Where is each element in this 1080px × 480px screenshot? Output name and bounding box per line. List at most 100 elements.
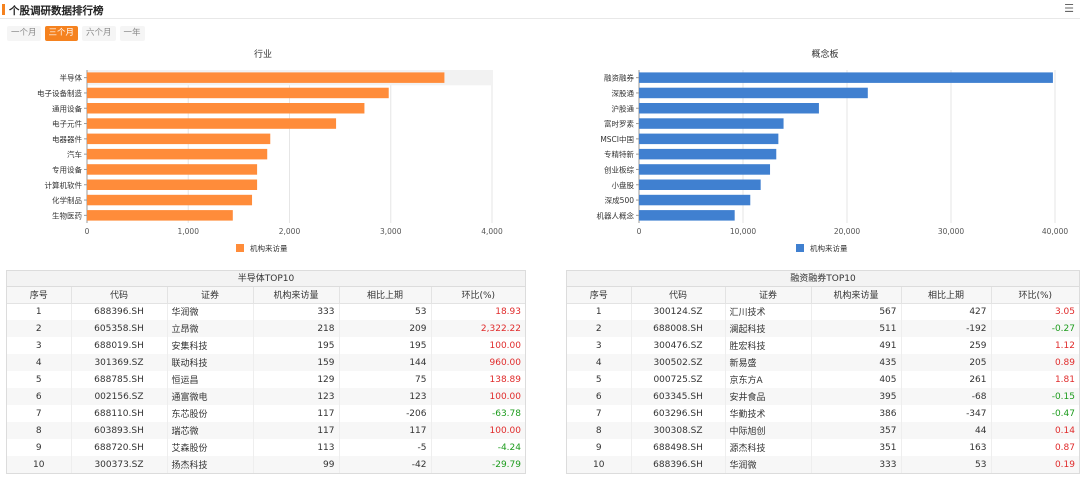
- column-header[interactable]: 环比(%): [430, 287, 525, 304]
- change-vs-prior: -192: [900, 320, 991, 337]
- change-percent: -4.24: [430, 439, 525, 456]
- industry-bar: [87, 72, 445, 83]
- table-row[interactable]: 1 300124.SZ 汇川技术 567 427 3.05: [567, 303, 1079, 320]
- tab-three-months[interactable]: 三个月: [44, 26, 79, 41]
- stock-code: 300373.SZ: [70, 456, 167, 473]
- page-header: 个股调研数据排行榜 ☰: [0, 0, 1080, 19]
- column-header[interactable]: 机构来访量: [810, 287, 901, 304]
- concept-bar: [639, 210, 735, 221]
- tab-one-year[interactable]: 一年: [119, 26, 145, 41]
- visit-count: 357: [810, 422, 901, 439]
- change-percent: -63.78: [430, 405, 525, 422]
- stock-code: 603345.SH: [630, 388, 725, 405]
- table-row[interactable]: 6 002156.SZ 通富微电 123 123 100.00: [7, 388, 525, 405]
- column-header[interactable]: 序号: [7, 287, 71, 304]
- table-row[interactable]: 1 688396.SH 华润微 333 53 18.93: [7, 303, 525, 320]
- table-row[interactable]: 5 688785.SH 恒运昌 129 75 138.89: [7, 371, 525, 388]
- table-row[interactable]: 9 688498.SH 源杰科技 351 163 0.87: [567, 439, 1079, 456]
- stock-name: 新易盛: [724, 354, 811, 371]
- visit-count: 159: [252, 354, 339, 371]
- industry-bar: [87, 118, 337, 129]
- concept-legend-label: 机构来访量: [810, 243, 848, 253]
- table-row[interactable]: 3 688019.SH 安集科技 195 195 100.00: [7, 337, 525, 354]
- visit-count: 123: [252, 388, 339, 405]
- industry-bar: [87, 133, 271, 145]
- table-row[interactable]: 8 603893.SH 瑞芯微 117 117 100.00: [7, 422, 525, 439]
- visit-count: 395: [810, 388, 901, 405]
- tab-one-month[interactable]: 一个月: [7, 26, 41, 41]
- stock-code: 300124.SZ: [630, 303, 725, 320]
- industry-bar: [87, 164, 258, 175]
- change-percent: 1.81: [990, 371, 1079, 388]
- table-row[interactable]: 7 688110.SH 东芯股份 117 -206 -63.78: [7, 405, 525, 422]
- industry-bar: [87, 148, 268, 160]
- concept-category-label: 创业板综: [604, 164, 634, 174]
- table-row[interactable]: 4 301369.SZ 联动科技 159 144 960.00: [7, 354, 525, 371]
- table-row[interactable]: 2 688008.SH 澜起科技 511 -192 -0.27: [567, 320, 1079, 337]
- visit-count: 333: [810, 456, 901, 473]
- stock-code: 688110.SH: [70, 405, 167, 422]
- concept-bar: [639, 194, 751, 206]
- column-header[interactable]: 代码: [630, 287, 725, 304]
- concept-bar: [639, 179, 761, 190]
- table-row[interactable]: 7 603296.SH 华勤技术 386 -347 -0.47: [567, 405, 1079, 422]
- column-header[interactable]: 相比上期: [900, 287, 991, 304]
- table-row[interactable]: 3 300476.SZ 胜宏科技 491 259 1.12: [567, 337, 1079, 354]
- visit-count: 117: [252, 405, 339, 422]
- visit-count: 129: [252, 371, 339, 388]
- column-header[interactable]: 证券: [724, 287, 811, 304]
- industry-chart-title: 行业: [254, 48, 272, 60]
- table-row[interactable]: 6 603345.SH 安井食品 395 -68 -0.15: [567, 388, 1079, 405]
- row-index: 2: [7, 320, 71, 337]
- concept-x-tick-label: 30,000: [938, 227, 964, 236]
- column-header[interactable]: 相比上期: [338, 287, 431, 304]
- stock-code: 000725.SZ: [630, 371, 725, 388]
- stock-code: 301369.SZ: [70, 354, 167, 371]
- visit-count: 435: [810, 354, 901, 371]
- row-index: 7: [595, 408, 602, 419]
- row-index: 1: [35, 306, 42, 317]
- column-header[interactable]: 机构来访量: [252, 287, 339, 304]
- menu-icon[interactable]: ☰: [1064, 2, 1074, 15]
- column-header[interactable]: 代码: [70, 287, 167, 304]
- table-row[interactable]: 2 605358.SH 立昂微 218 209 2,322.22: [7, 320, 525, 337]
- concept-category-label: 深成500: [605, 195, 635, 205]
- table-row[interactable]: 5 000725.SZ 京东方A 405 261 1.81: [567, 371, 1079, 388]
- stock-name: 华勤技术: [724, 405, 811, 422]
- table-row[interactable]: 10 688396.SH 华润微 333 53 0.19: [567, 456, 1079, 473]
- concept-bar: [639, 87, 868, 99]
- industry-bar: [87, 210, 233, 221]
- visit-count: 195: [252, 337, 339, 354]
- visit-count: 351: [810, 439, 901, 456]
- margin-top10-table: 融资融券TOP10 序号 代码 证券 机构来访量 相比上期 环比(%) 1 300124.S…: [566, 270, 1080, 474]
- industry-category-label: 电子设备制造: [37, 88, 82, 98]
- stock-code: 688396.SH: [630, 456, 725, 473]
- table-row[interactable]: 9 688720.SH 艾森股份 113 -5 -4.24: [7, 439, 525, 456]
- concept-bar: [639, 133, 779, 145]
- table-row[interactable]: 8 300308.SZ 中际旭创 357 44 0.14: [567, 422, 1079, 439]
- row-index: 6: [567, 388, 631, 405]
- column-header[interactable]: 序号: [567, 287, 631, 304]
- concept-chart-title: 概念板: [811, 48, 838, 60]
- table-row[interactable]: 4 300502.SZ 新易盛 435 205 0.89: [567, 354, 1079, 371]
- change-vs-prior: -347: [900, 405, 991, 422]
- industry-category-label: 半导体: [60, 73, 83, 83]
- stock-code: 300502.SZ: [630, 354, 725, 371]
- industry-category-label: 生物医药: [52, 210, 82, 220]
- column-header[interactable]: 证券: [166, 287, 253, 304]
- stock-code: 603893.SH: [70, 422, 167, 439]
- column-header[interactable]: 环比(%): [990, 287, 1079, 304]
- visit-count: 511: [810, 320, 901, 337]
- industry-category-label: 化学制品: [52, 195, 82, 205]
- change-percent: 960.00: [430, 354, 525, 371]
- table-row[interactable]: 10 300373.SZ 扬杰科技 99 -42 -29.79: [7, 456, 525, 473]
- stock-name: 瑞芯微: [166, 422, 253, 439]
- stock-code: 688785.SH: [70, 371, 167, 388]
- stock-name: 立昂微: [166, 320, 253, 337]
- visit-count: 99: [252, 456, 339, 473]
- industry-x-tick-label: 3,000: [380, 227, 402, 236]
- change-vs-prior: 427: [900, 303, 991, 320]
- change-percent: -29.79: [430, 456, 525, 473]
- stock-name: 澜起科技: [724, 320, 811, 337]
- tab-six-months[interactable]: 六个月: [82, 26, 116, 41]
